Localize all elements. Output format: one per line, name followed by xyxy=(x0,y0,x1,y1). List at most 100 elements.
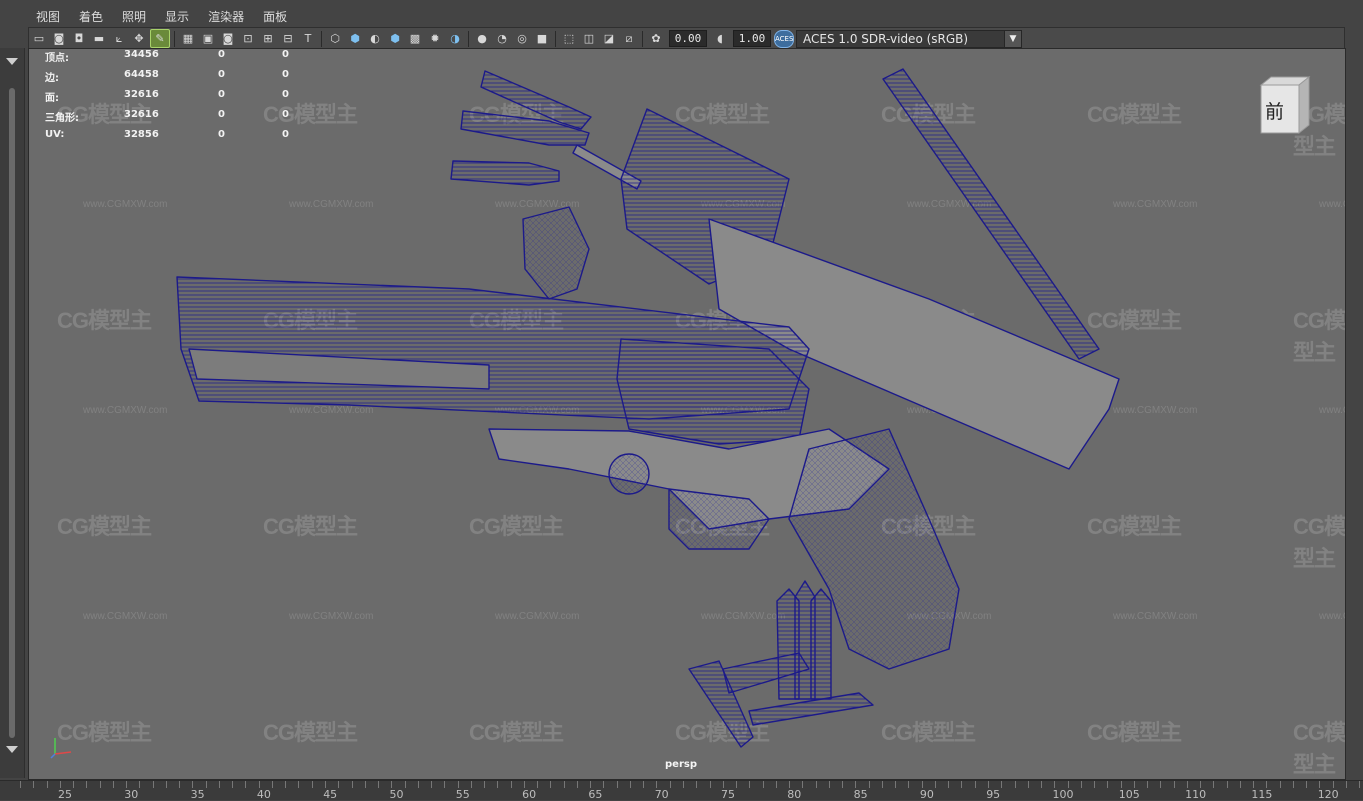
bullet-top-3 xyxy=(450,160,560,186)
viewport-toolbar: ▭ ◙ ◘ ▬ ⟀ ✥ ✎ ▦ ▣ ◙ ⊡ ⊞ ⊟ T ⬡ ⬢ ◐ ⬢ ▩ ✹ … xyxy=(28,27,1345,50)
smooth-shade-icon[interactable]: ⬢ xyxy=(346,30,364,47)
3d-viewport[interactable]: CG模型主 www.CGMXW.com CG模型主 www.CGMXW.com CG模型… xyxy=(28,48,1346,780)
ruler-tick xyxy=(643,781,645,788)
ruler-tick xyxy=(828,781,830,788)
motion-blur-icon[interactable]: ◔ xyxy=(493,30,511,47)
hud-label: 三角形: xyxy=(45,113,79,124)
ruler-tick xyxy=(1173,781,1175,788)
menu-show[interactable]: 显示 xyxy=(153,4,196,26)
ruler-tick xyxy=(311,781,313,788)
field-chart-icon[interactable]: ⊞ xyxy=(259,30,277,47)
ruler-tick xyxy=(444,781,446,788)
draw-tool-icon[interactable]: ✎ xyxy=(150,29,170,48)
ruler-tick xyxy=(126,781,128,788)
2d-pan-zoom-icon[interactable]: ⟀ xyxy=(110,30,128,47)
color-management-icon[interactable]: ACES xyxy=(774,29,794,48)
gate-mask-icon[interactable]: ⊡ xyxy=(239,30,257,47)
scroll-up-arrow-icon[interactable] xyxy=(6,58,18,65)
ruler-frame-label: 115 xyxy=(1251,788,1273,801)
grid-icon[interactable]: ▦ xyxy=(179,30,197,47)
hud-row-uvs: UV: 32856 0 0 xyxy=(45,129,305,149)
ruler-tick xyxy=(1160,781,1162,788)
gamma-icon[interactable]: ◖ xyxy=(711,30,729,47)
ruler-tick xyxy=(656,781,658,788)
ruler-tick xyxy=(1200,781,1202,788)
ruler-tick xyxy=(484,781,486,788)
depth-of-field-icon[interactable]: ■ xyxy=(533,30,551,47)
camera-attributes-icon[interactable]: ◙ xyxy=(50,30,68,47)
ruler-frame-label: 105 xyxy=(1118,788,1140,801)
isolate-select-icon[interactable]: ⬚ xyxy=(560,30,578,47)
ruler-tick xyxy=(33,781,35,788)
wireframe-icon[interactable]: ⬡ xyxy=(326,30,344,47)
ruler-frame-label: 95 xyxy=(986,788,1001,801)
ruler-tick xyxy=(1292,781,1294,788)
ruler-tick xyxy=(205,781,207,788)
safe-title-icon[interactable]: T xyxy=(299,30,317,47)
ruler-tick xyxy=(669,781,671,788)
color-space-dropdown[interactable]: ACES 1.0 SDR-video (sRGB) ▼ xyxy=(796,29,1022,48)
ruler-frame-label: 25 xyxy=(58,788,72,801)
hud-label: 边: xyxy=(45,73,59,84)
xray-icon[interactable]: ▩ xyxy=(406,30,424,47)
menu-panels[interactable]: 面板 xyxy=(251,4,294,26)
ruler-tick xyxy=(258,781,260,788)
ruler-tick xyxy=(921,781,923,788)
ruler-tick xyxy=(1253,781,1255,788)
backface-icon[interactable]: ⧄ xyxy=(620,30,638,47)
bookmarks-icon[interactable]: ◘ xyxy=(70,30,88,47)
ruler-tick xyxy=(987,781,989,788)
revolver-wireframe-model[interactable] xyxy=(29,49,1345,779)
exposure-icon[interactable]: ✿ xyxy=(647,30,665,47)
ruler-tick xyxy=(576,781,578,788)
hud-row-edges: 边: 64458 0 0 xyxy=(45,69,305,89)
ruler-tick xyxy=(616,781,618,788)
menu-shading[interactable]: 着色 xyxy=(67,4,110,26)
scrollbar-thumb[interactable] xyxy=(9,88,15,738)
view-cube-face-label[interactable]: 前 xyxy=(1265,97,1284,124)
exposure-field[interactable]: 0.00 xyxy=(669,30,707,47)
anti-aliasing-icon[interactable]: ◎ xyxy=(513,30,531,47)
hud-value: 32856 xyxy=(124,129,159,140)
toolbar-separator xyxy=(642,30,643,47)
ruler-tick xyxy=(749,781,751,788)
ruler-tick xyxy=(1054,781,1056,788)
ruler-tick xyxy=(1001,781,1003,788)
ruler-tick xyxy=(1094,781,1096,788)
safe-action-icon[interactable]: ⊟ xyxy=(279,30,297,47)
ruler-tick xyxy=(1147,781,1149,788)
menu-view[interactable]: 视图 xyxy=(24,4,67,26)
lights-icon[interactable]: ✹ xyxy=(426,30,444,47)
toolbar-separator xyxy=(321,30,322,47)
xray-active-icon[interactable]: ◪ xyxy=(600,30,618,47)
ruler-tick xyxy=(563,781,565,788)
ruler-tick xyxy=(1186,781,1188,788)
xray-joints-icon[interactable]: ◫ xyxy=(580,30,598,47)
toolbar-separator xyxy=(468,30,469,47)
color-space-label: ACES 1.0 SDR-video (sRGB) xyxy=(803,31,969,46)
menu-lighting[interactable]: 照明 xyxy=(110,4,153,26)
scroll-down-arrow-icon[interactable] xyxy=(6,746,18,753)
poly-count-hud: 顶点: 34456 0 0 边: 64458 0 0 面: 32616 0 0 … xyxy=(45,49,305,149)
select-camera-icon[interactable]: ▭ xyxy=(30,30,48,47)
ruler-tick xyxy=(762,781,764,788)
view-cube[interactable]: 前 xyxy=(1257,75,1311,139)
ruler-tick xyxy=(855,781,857,788)
screen-space-ao-icon[interactable]: ● xyxy=(473,30,491,47)
grease-pencil-icon[interactable]: ✥ xyxy=(130,30,148,47)
film-gate-icon[interactable]: ▣ xyxy=(199,30,217,47)
shadows-icon[interactable]: ◑ xyxy=(446,30,464,47)
ruler-tick xyxy=(179,781,181,788)
ruler-tick xyxy=(1319,781,1321,788)
image-plane-icon[interactable]: ▬ xyxy=(90,30,108,47)
default-material-icon[interactable]: ◐ xyxy=(366,30,384,47)
menu-renderer[interactable]: 渲染器 xyxy=(196,4,251,26)
wireframe-on-shaded-icon[interactable]: ⬢ xyxy=(386,30,404,47)
hud-selected: 0 xyxy=(218,89,225,100)
gamma-field[interactable]: 1.00 xyxy=(733,30,771,47)
chevron-down-icon[interactable]: ▼ xyxy=(1004,30,1021,47)
time-slider-ruler[interactable]: 25 30 35 40 45 50 55 60 65 70 75 80 85 90 95 100 105 110 1… xyxy=(0,780,1363,801)
ruler-tick xyxy=(152,781,154,788)
resolution-gate-icon[interactable]: ◙ xyxy=(219,30,237,47)
ruler-tick xyxy=(139,781,141,788)
